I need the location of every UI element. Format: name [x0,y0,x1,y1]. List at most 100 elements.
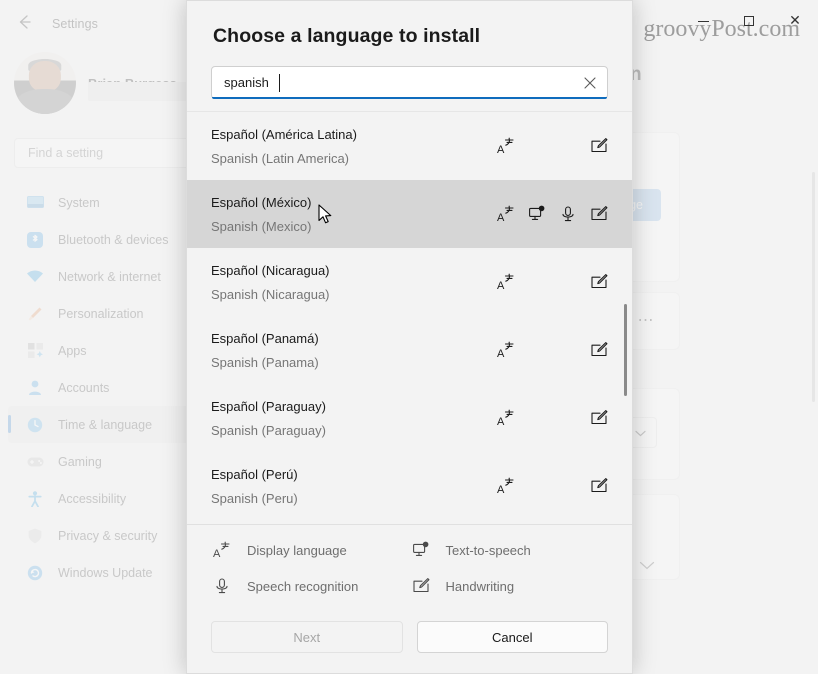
legend-label: Speech recognition [247,578,359,594]
legend-text-to-speech: Text-to-speech [410,539,609,561]
sidebar-item-privacy-security[interactable]: Privacy & security [8,517,190,554]
display-language-icon: A [495,271,517,293]
bluetooth-icon [26,231,44,249]
maximize-icon[interactable] [726,4,772,38]
clear-search-icon[interactable] [573,67,607,98]
sidebar-item-gaming[interactable]: Gaming [8,443,190,480]
handwriting-icon [588,475,610,497]
language-row[interactable]: Español (Paraguay) Spanish (Paraguay) A [187,384,632,452]
language-capabilities: A [495,135,610,157]
language-row[interactable]: Español (América Latina) Spanish (Latin … [187,112,632,180]
language-row[interactable]: Español (México) Spanish (Mexico) A [187,180,632,248]
sidebar-item-bluetooth-devices[interactable]: Bluetooth & devices [8,221,190,258]
sidebar-item-label: Time & language [58,417,153,432]
sidebar-nav: System Bluetooth & devices Network & int… [8,184,190,591]
ellipsis-icon[interactable]: ⋯ [638,313,656,329]
legend-label: Text-to-speech [445,542,531,558]
language-native-name: Español (Nicaragua) [211,262,330,278]
screen: Settings Brian Burgess Find a setting [0,0,818,674]
text-caret [279,74,280,92]
language-native-name: Español (Perú) [211,466,298,482]
sidebar-item-network-internet[interactable]: Network & internet [8,258,190,295]
monitor-icon [26,194,44,212]
text-to-speech-icon [410,539,432,561]
sidebar-item-time-language[interactable]: Time & language [8,406,190,443]
person-icon [26,379,44,397]
language-native-name: Español (Paraguay) [211,398,326,414]
dialog-actions: Next Cancel [187,607,632,673]
paintbrush-icon [26,305,44,323]
language-capabilities: A [495,475,610,497]
display-language-icon: A [495,203,517,225]
cancel-button[interactable]: Cancel [416,621,608,653]
language-list[interactable]: Español (América Latina) Spanish (Latin … [187,111,632,524]
sidebar-item-label: Privacy & security [58,528,158,543]
sidebar-item-label: Personalization [58,306,144,321]
handwriting-icon [588,271,610,293]
accessibility-icon [26,490,44,508]
sidebar-item-personalization[interactable]: Personalization [8,295,190,332]
sidebar-item-apps[interactable]: Apps [8,332,190,369]
wifi-icon [26,268,44,286]
language-row[interactable]: Español (Perú) Spanish (Peru) A [187,452,632,520]
chevron-down-icon[interactable] [639,557,655,575]
language-row[interactable]: Español (Panamá) Spanish (Panama) A [187,316,632,384]
sidebar-item-label: Accessibility [58,491,127,506]
language-english-name: Spanish (Mexico) [211,218,312,234]
language-capabilities: A [495,271,610,293]
sidebar-item-label: Gaming [58,454,102,469]
language-list-scrollbar[interactable] [624,304,627,396]
choose-language-dialog: Choose a language to install Español (Am… [186,0,633,674]
language-native-name: Español (Panamá) [211,330,319,346]
language-capabilities: A [495,407,610,429]
avatar [14,52,76,114]
svg-text:A: A [497,348,505,359]
text-to-speech-icon [526,203,548,225]
close-icon[interactable]: ✕ [772,4,818,38]
shield-icon [26,527,44,545]
sidebar-item-windows-update[interactable]: Windows Update [8,554,190,591]
handwriting-icon [588,339,610,361]
sidebar-item-label: Apps [58,343,87,358]
legend-handwriting: Handwriting [410,575,609,597]
legend-display-language: A Display language [211,539,410,561]
apps-icon [26,342,44,360]
dialog-title: Choose a language to install [213,25,481,47]
sidebar-item-label: System [58,195,100,210]
svg-text:A: A [213,548,221,559]
svg-text:A: A [497,144,505,155]
handwriting-icon [410,575,432,597]
handwriting-icon [588,203,610,225]
sidebar-item-accounts[interactable]: Accounts [8,369,190,406]
search-placeholder: Find a setting [28,146,104,160]
content-scrollbar[interactable] [812,172,815,402]
search-box[interactable] [211,66,608,99]
chevron-down-icon [635,426,646,440]
search-input[interactable]: Find a setting [14,138,190,168]
language-row[interactable]: Español (Nicaragua) Spanish (Nicaragua) … [187,248,632,316]
sidebar-item-accessibility[interactable]: Accessibility [8,480,190,517]
handwriting-icon [588,135,610,157]
window-controls: ✕ [678,0,818,42]
display-language-icon: A [495,475,517,497]
dialog-search-area [187,48,632,99]
language-english-name: Spanish (Latin America) [211,150,350,166]
minimize-icon[interactable] [680,4,726,38]
svg-text:A: A [497,212,505,223]
language-capabilities: A [495,203,610,225]
display-language-icon: A [495,135,517,157]
sidebar-item-system[interactable]: System [8,184,190,221]
microphone-icon [211,575,233,597]
display-language-icon: A [211,539,233,561]
language-search-input[interactable] [212,67,573,98]
next-button[interactable]: Next [211,621,403,653]
svg-text:A: A [497,484,505,495]
back-arrow-icon[interactable] [12,11,36,33]
language-native-name: Español (América Latina) [211,126,357,142]
sidebar-item-label: Network & internet [58,269,161,284]
microphone-icon [557,203,579,225]
display-language-icon: A [495,407,517,429]
capability-legend: A Display language Text-to-speech Speech… [187,524,632,607]
display-language-icon: A [495,339,517,361]
legend-label: Handwriting [445,578,515,594]
